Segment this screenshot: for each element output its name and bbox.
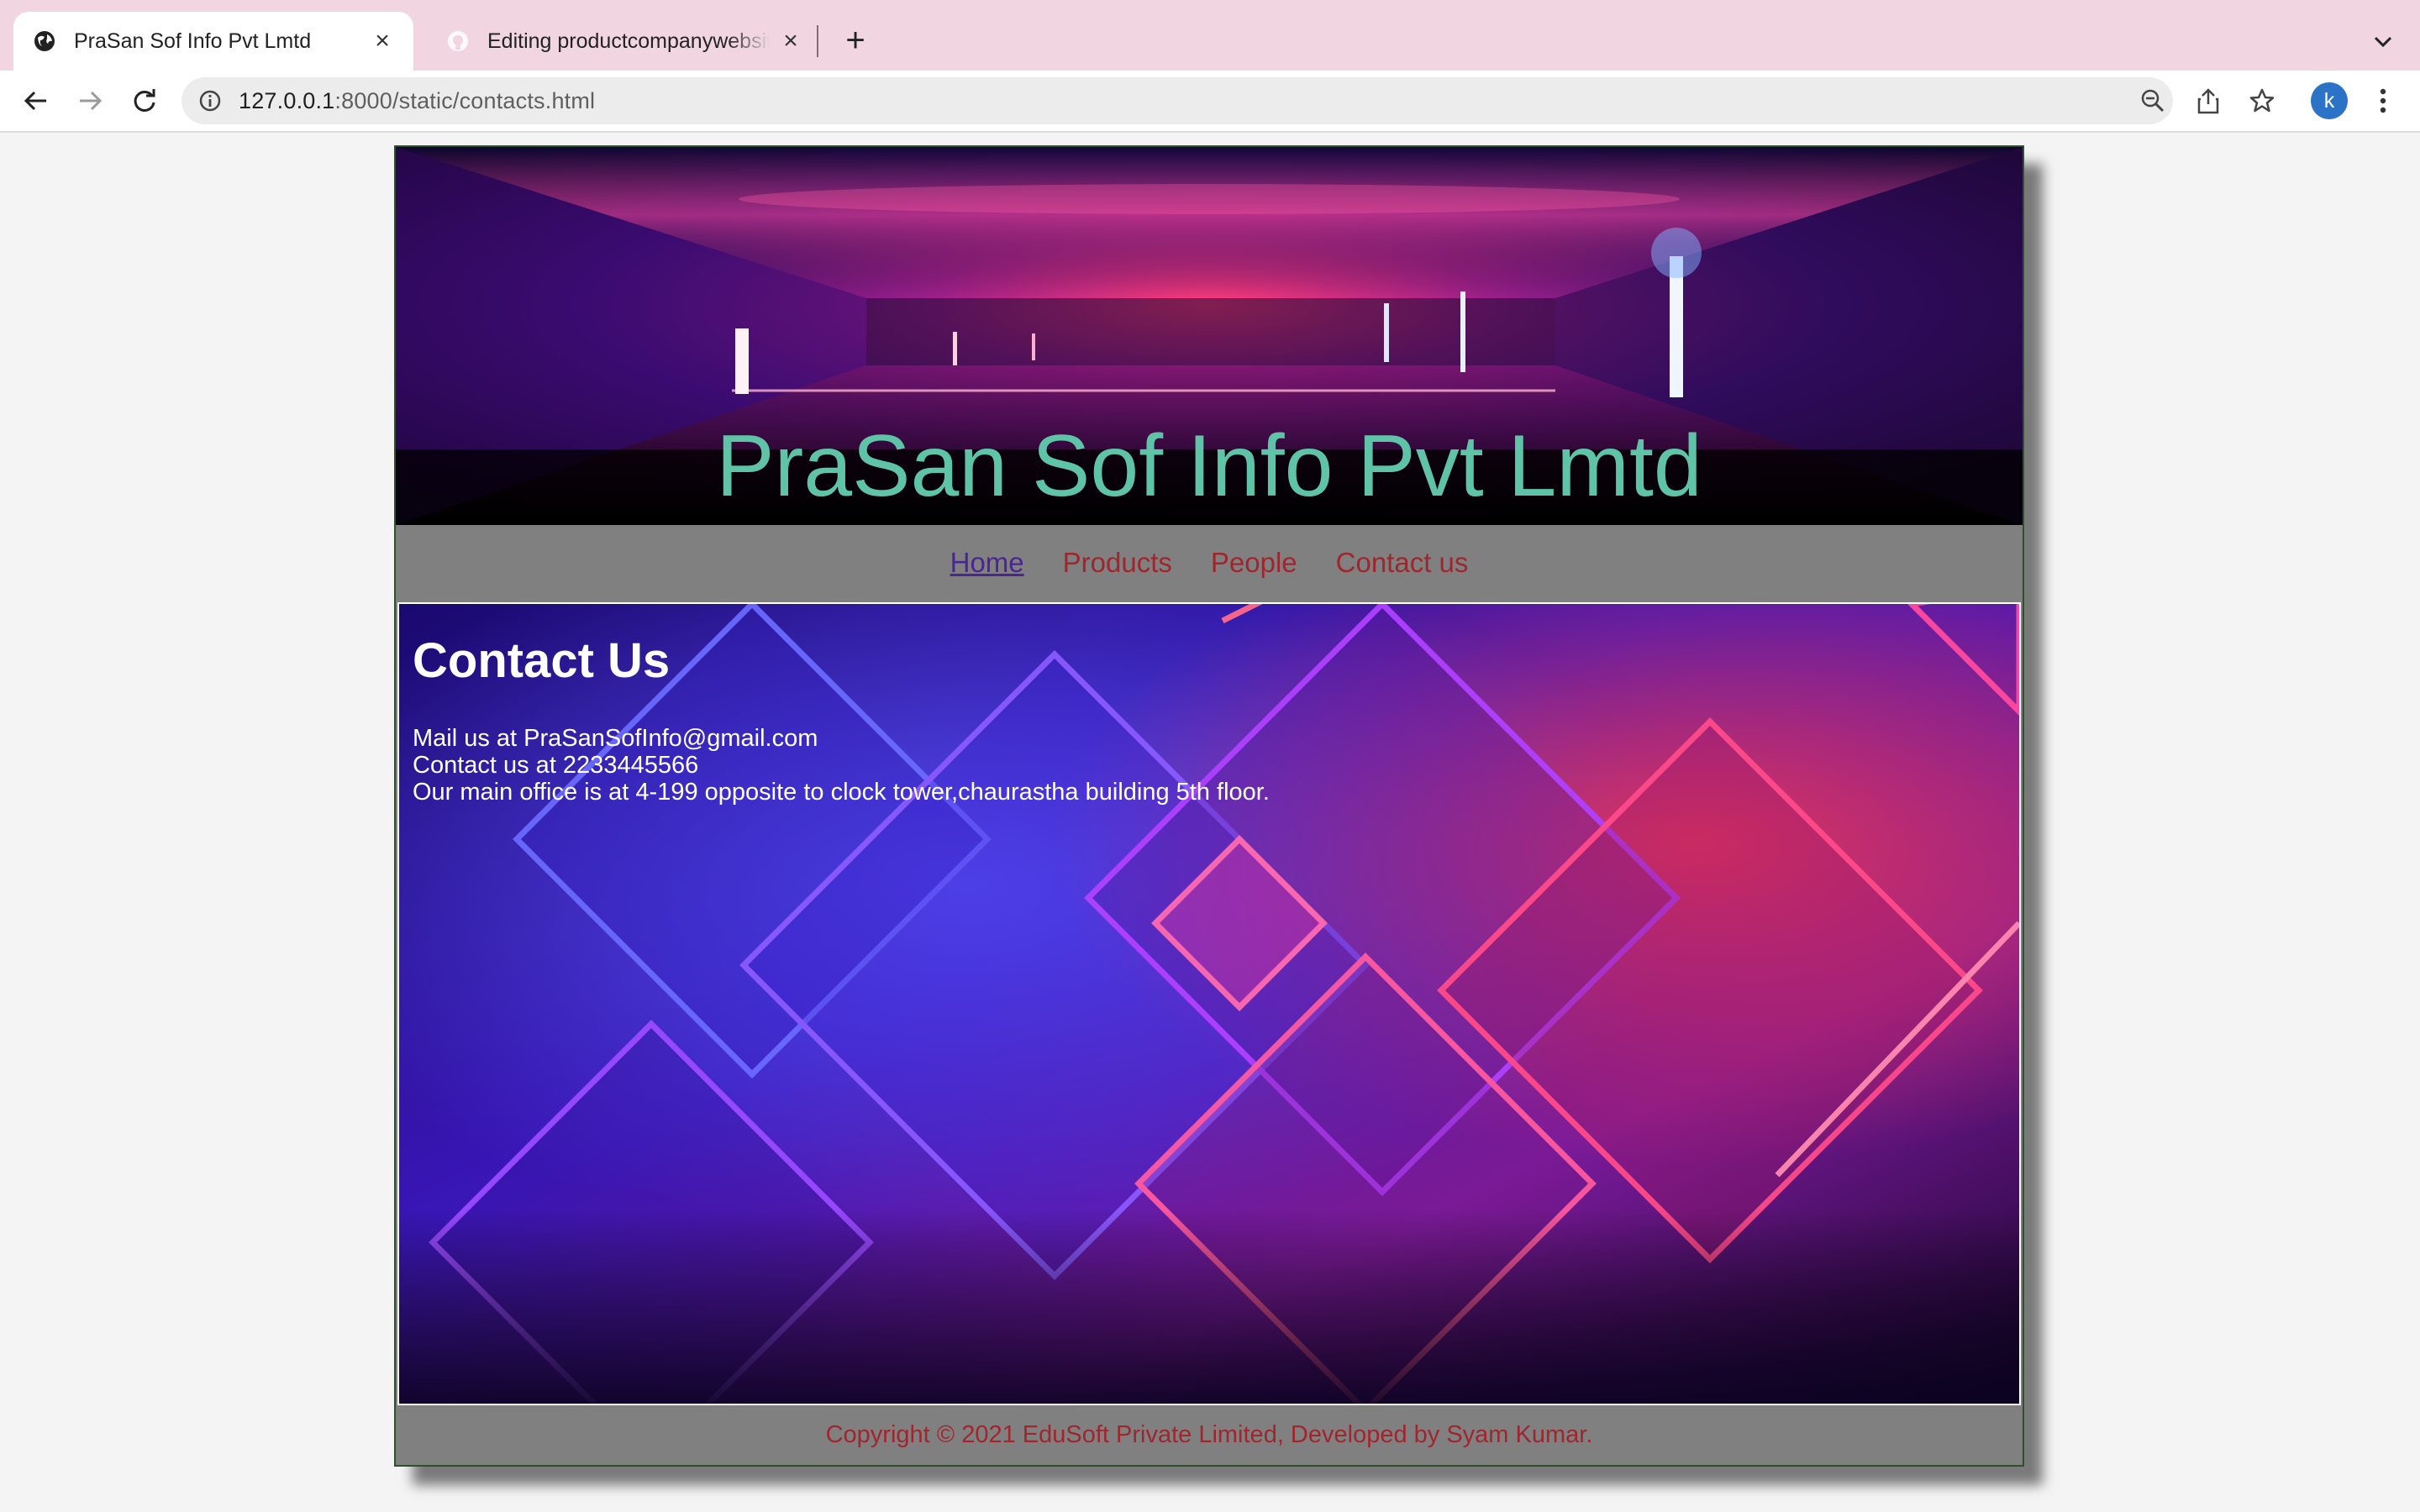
- main-nav: Home Products People Contact us: [396, 525, 2023, 601]
- forward-arrow-icon[interactable]: [72, 82, 109, 119]
- page-heading: Contact Us: [413, 633, 671, 688]
- chevron-down-icon[interactable]: [2366, 25, 2400, 59]
- neon-background-image: [399, 604, 2019, 1404]
- back-arrow-icon[interactable]: [17, 82, 54, 119]
- browser-toolbar: 127.0.0.1:8000/static/contacts.html k: [0, 71, 2420, 133]
- site-title: PraSan Sof Info Pvt Lmtd: [716, 417, 1702, 515]
- zoom-out-icon[interactable]: [2138, 86, 2168, 116]
- more-menu-icon[interactable]: [2368, 82, 2398, 119]
- tab-separator: [817, 25, 818, 57]
- nav-link-contact[interactable]: Contact us: [1336, 547, 1469, 579]
- site-container: PraSan Sof Info Pvt Lmtd Home Products P…: [394, 145, 2024, 1467]
- close-icon[interactable]: ×: [778, 27, 803, 55]
- url-text: 127.0.0.1:8000/static/contacts.html: [239, 88, 596, 113]
- contact-address-line: Our main office is at 4-199 opposite to …: [413, 779, 1270, 806]
- share-icon[interactable]: [2193, 86, 2223, 116]
- github-icon: [445, 29, 471, 54]
- nav-link-products[interactable]: Products: [1063, 547, 1172, 579]
- reload-icon[interactable]: [126, 82, 163, 119]
- browser-tab[interactable]: Editing productcompanywebsite ×: [427, 12, 822, 71]
- browser-tab-strip: PraSan Sof Info Pvt Lmtd × Editing produ…: [0, 0, 2420, 71]
- address-bar[interactable]: 127.0.0.1:8000/static/contacts.html: [182, 77, 2173, 124]
- nav-link-people[interactable]: People: [1211, 547, 1297, 579]
- info-icon[interactable]: [197, 87, 224, 114]
- browser-tab-active[interactable]: PraSan Sof Info Pvt Lmtd ×: [13, 12, 413, 71]
- contact-email-line: Mail us at PraSanSofInfo@gmail.com: [413, 725, 818, 752]
- contact-section: Contact Us Mail us at PraSanSofInfo@gmai…: [397, 602, 2021, 1405]
- contact-details: Mail us at PraSanSofInfo@gmail.com Conta…: [413, 725, 1270, 806]
- tab-title: PraSan Sof Info Pvt Lmtd: [74, 29, 312, 53]
- profile-avatar[interactable]: k: [2311, 82, 2348, 119]
- nav-link-home[interactable]: Home: [950, 547, 1024, 579]
- close-icon[interactable]: ×: [370, 27, 395, 55]
- tab-title: Editing productcompanywebsite: [487, 29, 770, 53]
- new-tab-icon[interactable]: +: [837, 22, 874, 59]
- bookmark-star-icon[interactable]: [2247, 86, 2277, 116]
- header-banner: PraSan Sof Info Pvt Lmtd: [396, 147, 2023, 525]
- contact-phone-line: Contact us at 2233445566: [413, 752, 699, 779]
- globe-icon: [32, 29, 57, 54]
- page-footer: Copyright © 2021 EduSoft Private Limited…: [825, 1421, 1593, 1448]
